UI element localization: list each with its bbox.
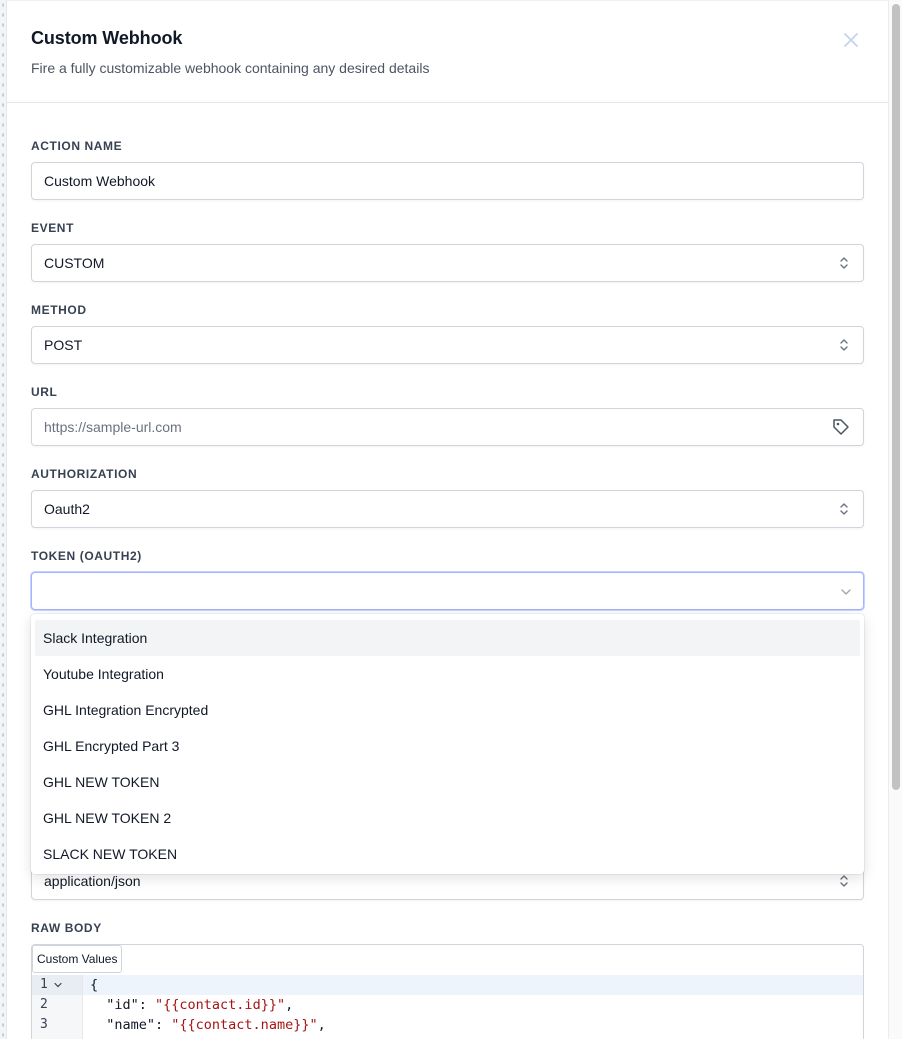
close-button[interactable] <box>839 28 863 52</box>
event-value: CUSTOM <box>44 255 105 271</box>
line-number: 1 <box>40 977 48 992</box>
code-text: { <box>90 977 99 993</box>
method-value: POST <box>44 337 83 353</box>
raw-body-label: RAW BODY <box>31 921 102 935</box>
code-punct: , <box>317 1017 326 1033</box>
token-options-menu: Slack Integration Youtube Integration GH… <box>31 614 864 874</box>
token-option[interactable]: GHL Integration Encrypted <box>35 692 860 728</box>
token-option[interactable]: GHL Encrypted Part 3 <box>35 728 860 764</box>
authorization-label: AUTHORIZATION <box>31 467 138 481</box>
action-name-input[interactable]: Custom Webhook <box>31 162 864 200</box>
line-gutter: 1 2 3 <box>32 975 83 1039</box>
drawer-title: Custom Webhook <box>31 28 183 48</box>
selector-arrows-icon <box>840 875 848 887</box>
event-select[interactable]: CUSTOM <box>31 244 864 282</box>
code-line: "name": "{{contact.name}}", <box>90 1015 326 1035</box>
token-option[interactable]: GHL NEW TOKEN 2 <box>35 800 860 836</box>
token-option[interactable]: GHL NEW TOKEN <box>35 764 860 800</box>
method-label: METHOD <box>31 303 87 317</box>
event-label: EVENT <box>31 221 75 235</box>
code-area[interactable]: { "id": "{{contact.id}}", "name": "{{con… <box>83 975 863 1039</box>
tag-icon[interactable] <box>831 417 851 437</box>
custom-values-button[interactable]: Custom Values <box>32 945 123 973</box>
webhook-drawer: Custom Webhook Fire a fully customizable… <box>6 0 889 1039</box>
token-label: TOKEN (OAUTH2) <box>31 549 142 563</box>
token-option[interactable]: Youtube Integration <box>35 656 860 692</box>
action-name-value: Custom Webhook <box>44 173 156 189</box>
code-punct: , <box>285 997 294 1013</box>
vertical-scrollbar[interactable] <box>888 0 902 1039</box>
token-option[interactable]: SLACK NEW TOKEN <box>35 836 860 872</box>
code-line: { <box>90 975 98 995</box>
line-number: 3 <box>40 1017 48 1032</box>
scrollbar-thumb[interactable] <box>892 4 900 790</box>
url-input[interactable]: https://sample-url.com <box>31 408 864 446</box>
raw-body-editor[interactable]: Custom Values 1 2 3 { "id": "{{contact.i… <box>31 944 864 1039</box>
active-line-highlight <box>83 975 863 995</box>
fold-chevron-icon[interactable] <box>53 980 63 990</box>
content-type-value: application/json <box>44 873 141 889</box>
authorization-value: Oauth2 <box>44 501 90 517</box>
close-icon <box>844 33 858 47</box>
code-key: "id": <box>90 997 156 1013</box>
action-name-label: ACTION NAME <box>31 139 123 153</box>
chevron-down-icon <box>841 589 851 595</box>
line-number: 2 <box>40 997 48 1012</box>
selector-arrows-icon <box>840 257 848 269</box>
url-label: URL <box>31 385 58 399</box>
token-select[interactable] <box>31 572 864 610</box>
selector-arrows-icon <box>840 339 848 351</box>
drawer-subtitle: Fire a fully customizable webhook contai… <box>31 60 430 76</box>
drawer-header: Custom Webhook Fire a fully customizable… <box>7 0 889 103</box>
url-placeholder: https://sample-url.com <box>44 419 182 435</box>
authorization-select[interactable]: Oauth2 <box>31 490 864 528</box>
code-string: "{{contact.name}}" <box>171 1017 318 1033</box>
method-select[interactable]: POST <box>31 326 864 364</box>
code-line: "id": "{{contact.id}}", <box>90 995 293 1015</box>
selector-arrows-icon <box>840 503 848 515</box>
code-key: "name": <box>90 1017 172 1033</box>
code-string: "{{contact.id}}" <box>155 997 286 1013</box>
token-option[interactable]: Slack Integration <box>35 620 860 656</box>
